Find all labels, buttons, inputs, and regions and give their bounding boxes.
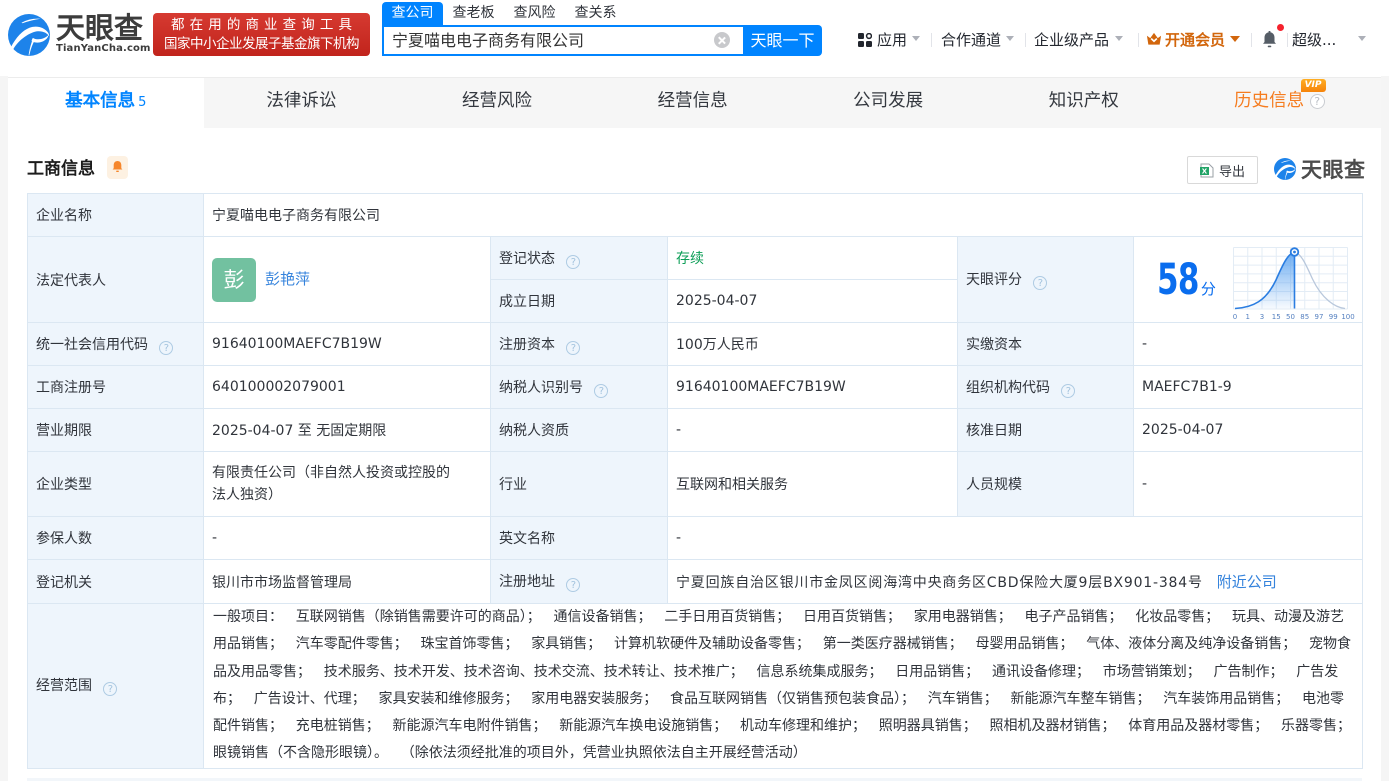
- svg-text:99: 99: [1329, 313, 1338, 321]
- svg-text:3: 3: [1260, 313, 1264, 321]
- svg-text:85: 85: [1301, 313, 1310, 321]
- svg-text:15: 15: [1272, 313, 1281, 321]
- svg-text:97: 97: [1315, 313, 1324, 321]
- svg-text:X: X: [1202, 167, 1208, 175]
- svg-text:50: 50: [1286, 313, 1295, 321]
- svg-text:100: 100: [1342, 313, 1355, 321]
- svg-text:1: 1: [1246, 313, 1250, 321]
- svg-text:0: 0: [1233, 313, 1237, 321]
